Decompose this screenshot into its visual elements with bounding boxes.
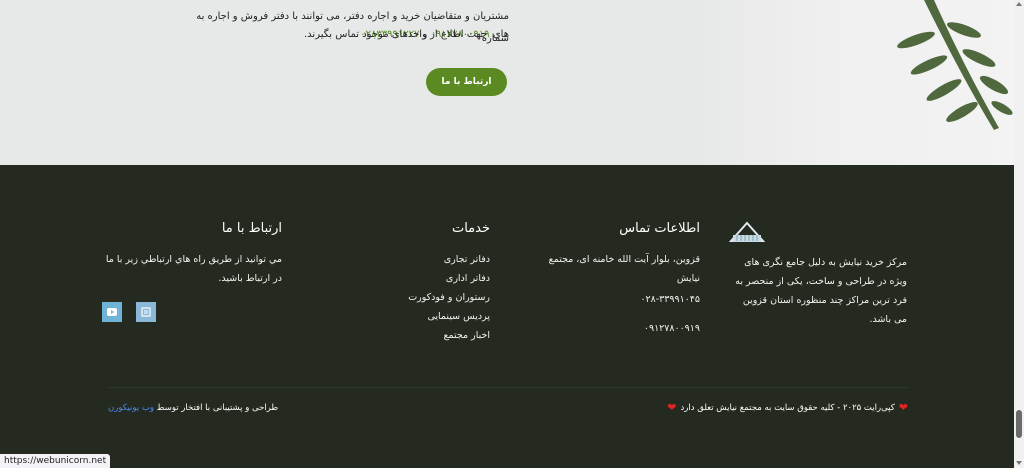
footer-services: خدمات دفاتر تجاری دفاتر اداری رستوران و … <box>370 221 490 345</box>
services-link-commercial[interactable]: دفاتر تجاری <box>370 250 490 269</box>
cta-section: مشتریان و متقاضیان خرید و اجاره دفتر، می… <box>0 0 1014 165</box>
footer-reach: ارتباط با ما مي توانيد از طريق راه هاي ا… <box>102 221 282 322</box>
footer-reach-title: ارتباط با ما <box>221 221 282 236</box>
footer-address: قزوین، بلوار آیت الله خامنه ای، مجتمع نی… <box>548 254 700 284</box>
services-link-cinema[interactable]: پردیس سینمایی <box>370 307 490 326</box>
heart-icon: ❤ <box>898 401 908 414</box>
scrollbar[interactable] <box>1014 0 1024 468</box>
copyright-text: کپی‌رایت ۲۰۲۵ - کلیه حقوق سایت به مجتمع … <box>680 402 895 413</box>
designer-credit: طراحی و پشتیبانی با افتخار توسط وب یونیک… <box>108 403 278 413</box>
services-link-office[interactable]: دفاتر اداری <box>370 269 490 288</box>
youtube-icon[interactable] <box>102 302 122 322</box>
heart-icon: ❤ <box>667 401 677 414</box>
footer-services-title: خدمات <box>451 221 490 236</box>
designer-link[interactable]: وب یونیکورن <box>108 403 154 413</box>
services-link-food[interactable]: رستوران و فودکورت <box>370 288 490 307</box>
footer-contact: اطلاعات تماس قزوین، بلوار آیت الله خامنه… <box>540 221 700 338</box>
footer-reach-text: مي توانيد از طريق راه هاي ارتباطي زير با… <box>105 254 282 284</box>
social-links <box>102 302 202 322</box>
footer-about: مرکز خرید نیایش به دلیل جامع نگری های وی… <box>727 217 907 329</box>
contact-us-button[interactable]: ارتباط با ما <box>426 68 507 96</box>
footer-contact-title: اطلاعات تماس <box>619 221 700 236</box>
fern-image <box>694 0 1014 165</box>
scroll-down-icon[interactable] <box>1016 461 1022 465</box>
footer-about-text: مرکز خرید نیایش به دلیل جامع نگری های وی… <box>735 257 907 325</box>
scroll-thumb[interactable] <box>1016 410 1022 438</box>
copyright: ❤ کپی‌رایت ۲۰۲۵ - کلیه حقوق سایت به مجتم… <box>667 401 908 414</box>
designer-text: طراحی و پشتیبانی با افتخار توسط <box>156 403 279 413</box>
cta-text-line3: جهت اطلاع از واحدهای موجود تماس بگیرند. <box>304 29 488 40</box>
logo-icon <box>728 221 766 242</box>
footer-phone-2[interactable]: ۰۹۱۲۷۸۰۰۹۱۹ <box>540 319 700 338</box>
status-bar-url: https://webunicorn.net <box>0 454 111 468</box>
services-link-news[interactable]: اخبار مجتمع <box>370 326 490 345</box>
aparat-icon[interactable] <box>136 302 156 322</box>
scroll-up-icon[interactable] <box>1016 2 1022 6</box>
footer-divider <box>108 387 908 388</box>
footer-phone-1[interactable]: ۰۲۸-۳۳۹۹۱۰۴۵ <box>540 290 700 309</box>
site-footer: مرکز خرید نیایش به دلیل جامع نگری های وی… <box>0 165 1014 468</box>
